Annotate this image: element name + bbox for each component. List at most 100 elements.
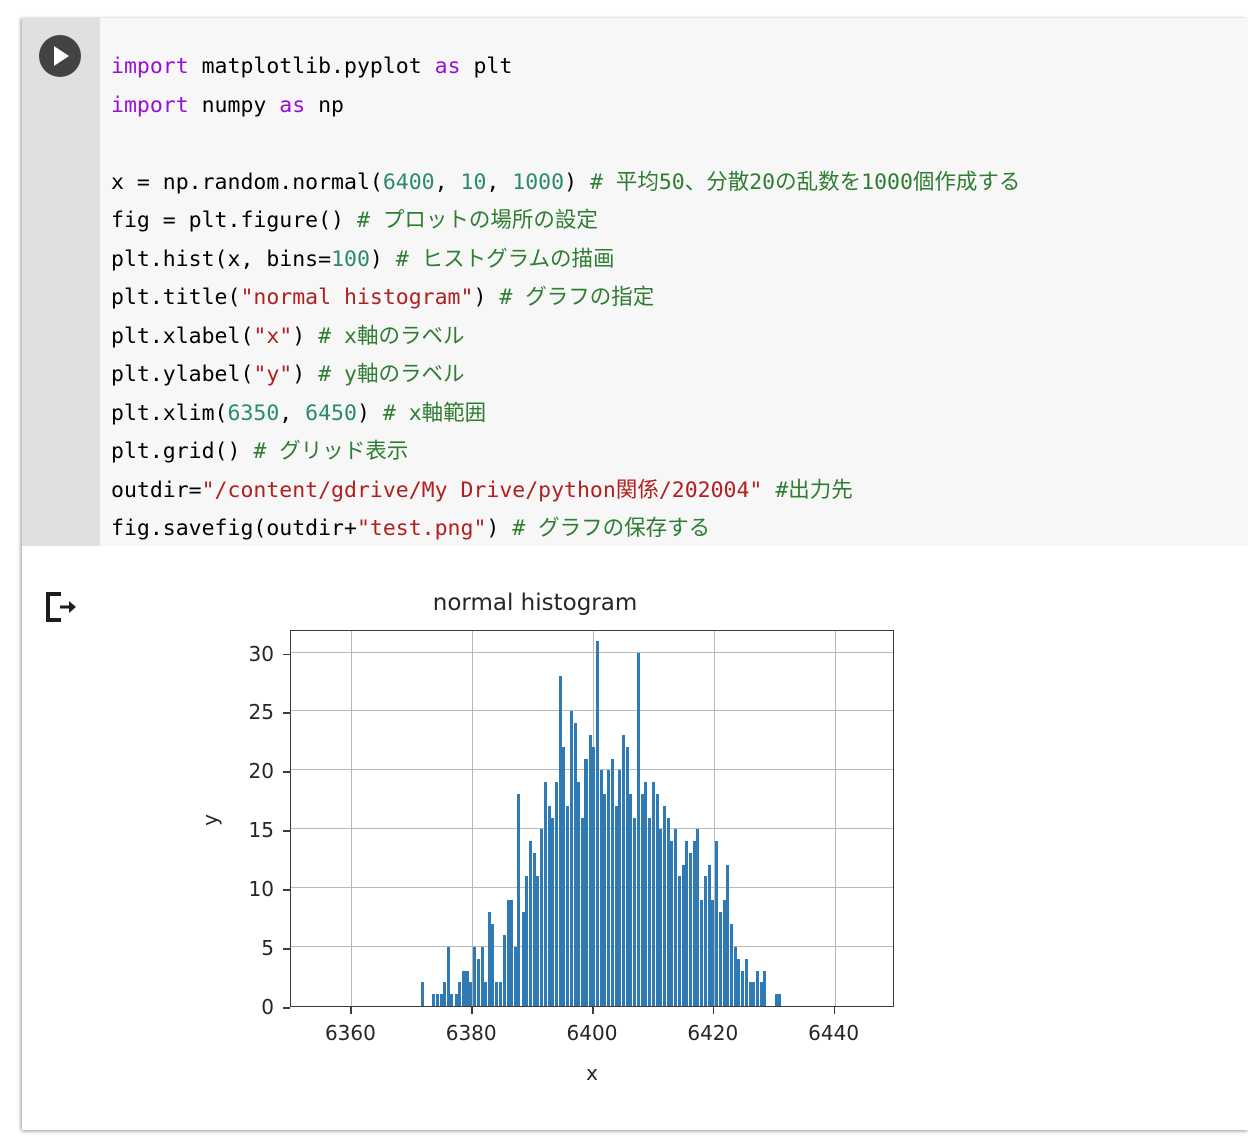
code-token-str: "/content/gdrive/My Drive/python関係/20200… [202,478,763,503]
code-line: import numpy as np [111,87,1248,126]
y-tick-label: 0 [228,995,274,1019]
code-line: fig = plt.figure() # プロットの場所の設定 [111,202,1248,241]
histogram-bar [499,982,502,1006]
histogram-bar [726,865,729,1006]
code-token-plain: np [305,93,344,118]
y-tick-mark [283,654,290,656]
histogram-bar [462,971,465,1006]
histogram-bar [551,818,554,1007]
y-tick-label: 5 [228,936,274,960]
code-token-num: 6450 [305,401,357,426]
code-cell-gutter [22,18,100,546]
histogram-bar [584,759,587,1006]
histogram-bar [443,982,446,1006]
code-token-num: 6350 [228,401,280,426]
histogram-bar [682,865,685,1006]
histogram-bar [440,994,443,1006]
histogram-bar [507,900,510,1006]
histogram-bar [421,982,424,1006]
plot-area [290,630,894,1007]
y-tick-mark [283,889,290,891]
code-token-plain: ) [473,285,499,310]
y-tick-mark [283,1007,290,1009]
histogram-bar [737,959,740,1006]
code-token-plain: ) [292,362,318,387]
histogram-bar [689,853,692,1006]
histogram-bar [607,770,610,1006]
code-token-plain: plt.title( [111,285,240,310]
code-token-str: "x" [253,324,292,349]
y-tick-label: 25 [228,700,274,724]
histogram-bar [559,676,562,1006]
histogram-bar [432,994,435,1006]
code-token-plain: , [435,170,461,195]
histogram-bar [663,806,666,1006]
histogram-bar [700,900,703,1006]
code-token-com: #出力先 [775,478,852,503]
code-token-plain: plt.ylabel( [111,362,253,387]
gridline-horizontal [291,652,893,653]
histogram-bar [540,829,543,1006]
histogram-bar [775,994,778,1006]
histogram-bar [741,971,744,1006]
histogram-bar [644,782,647,1006]
histogram-bar [481,947,484,1006]
x-tick-mark [471,1007,473,1014]
code-token-kw: import [111,54,189,79]
code-token-num: 6400 [383,170,435,195]
code-token-plain: ) [370,247,396,272]
code-token-plain: ) [292,324,318,349]
histogram-bar [484,982,487,1006]
run-cell-button[interactable] [39,35,81,77]
histogram-bar [458,982,461,1006]
code-token-com: # グラフの保存する [512,516,710,541]
histogram-bar [711,900,714,1006]
code-token-plain: outdir= [111,478,202,503]
histogram-bar [455,994,458,1006]
y-tick-mark [283,948,290,950]
x-tick-label: 6380 [416,1021,526,1045]
histogram-bar [529,841,532,1006]
code-line: plt.ylabel("y") # y軸のラベル [111,356,1248,395]
code-token-plain: fig.savefig(outdir+ [111,516,357,541]
histogram-bar [734,947,737,1006]
histogram-bar [473,947,476,1006]
histogram-bar [577,782,580,1006]
code-token-kw: as [435,54,461,79]
code-line: fig.savefig(outdir+"test.png") # グラフの保存す… [111,510,1248,549]
code-token-plain [762,478,775,503]
histogram-bar [693,841,696,1006]
histogram-bar [659,829,662,1006]
gridline-vertical [835,631,836,1006]
code-line: plt.hist(x, bins=100) # ヒストグラムの描画 [111,241,1248,280]
code-editor[interactable]: import matplotlib.pyplot as pltimport nu… [100,18,1248,546]
code-token-num: 1000 [512,170,564,195]
histogram-bar [670,841,673,1006]
histogram-bar [641,794,644,1006]
output-cell: normal histogram 051015202530 6360638064… [22,546,1248,1130]
histogram-bar [778,994,781,1006]
x-tick-mark [350,1007,352,1014]
histogram-bar [629,794,632,1006]
x-tick-mark [834,1007,836,1014]
code-token-plain: ) [357,401,383,426]
histogram-bar [633,818,636,1007]
code-line: plt.grid() # グリッド表示 [111,433,1248,472]
code-line: plt.title("normal histogram") # グラフの指定 [111,279,1248,318]
code-line: plt.xlim(6350, 6450) # x軸範囲 [111,395,1248,434]
histogram-bar [752,982,755,1006]
output-cell-gutter [22,546,100,1130]
screenshot-root: import matplotlib.pyplot as pltimport nu… [0,0,1248,1148]
histogram-bar [719,912,722,1006]
code-token-com: # y軸のラベル [318,362,464,387]
y-tick-label: 15 [228,818,274,842]
histogram-bar [450,994,453,1006]
histogram-bar [603,794,606,1006]
histogram-bar [696,829,699,1006]
histogram-bar [596,641,599,1006]
histogram-bar [763,971,766,1006]
x-tick-mark [592,1007,594,1014]
histogram-bar [536,876,539,1006]
x-tick-label: 6360 [295,1021,405,1045]
code-token-plain: plt.hist(x, bins= [111,247,331,272]
